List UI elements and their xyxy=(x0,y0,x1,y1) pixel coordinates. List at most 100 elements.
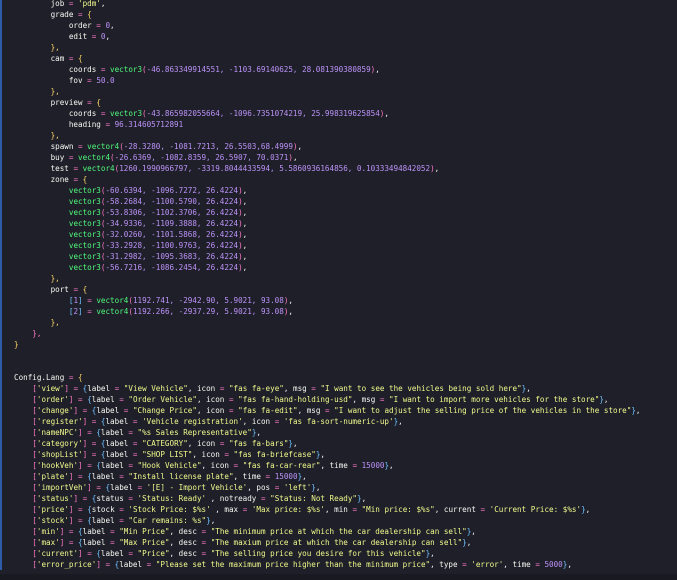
code-token: buy xyxy=(14,153,69,162)
code-token: , xyxy=(603,395,609,404)
code-line[interactable] xyxy=(0,361,677,372)
code-line[interactable]: Config.Lang = { xyxy=(0,372,677,383)
code-line[interactable]: } xyxy=(0,339,677,350)
code-line[interactable]: spawn = vector4(-28.3280, -1081.7213, 26… xyxy=(0,141,677,152)
code-line[interactable]: order = 0, xyxy=(0,20,677,31)
code-token: vector3 xyxy=(110,109,143,118)
code-token: label xyxy=(100,549,129,558)
code-line[interactable]: ['view'] = {label = "View Vehicle", icon… xyxy=(0,383,677,394)
code-line[interactable]: buy = vector4(-26.6369, -1082.8359, 26.5… xyxy=(0,152,677,163)
code-text: [1] = vector4(1192.741, -2942.90, 5.9021… xyxy=(14,295,293,306)
code-line[interactable]: ['min'] = {label = "Min Price", desc = "… xyxy=(0,526,677,537)
code-line[interactable]: coords = vector3(-43.865982055664, -1096… xyxy=(0,108,677,119)
code-token: -58.2684, -1100.5790, 26.4224 xyxy=(105,197,239,206)
code-token: = xyxy=(462,560,472,569)
code-line[interactable]: vector3(-60.6394, -1096.7272, 26.4224), xyxy=(0,185,677,196)
code-line[interactable]: ['price'] = {stock = 'Stock Price: $%s' … xyxy=(0,504,677,515)
code-token: coords xyxy=(14,109,101,118)
code-text: vector3(-60.6394, -1096.7272, 26.4224), xyxy=(14,185,247,196)
code-line[interactable]: ['error_price'] = {label = "Please set t… xyxy=(0,559,677,570)
code-text: port = { xyxy=(14,284,88,295)
code-line[interactable]: }, xyxy=(0,130,677,141)
code-line[interactable]: ['change'] = {label = "Change Price", ic… xyxy=(0,405,677,416)
code-line[interactable]: ['max'] = {label = "Max Price", desc = "… xyxy=(0,537,677,548)
code-line[interactable]: edit = 0, xyxy=(0,31,677,42)
code-token: = xyxy=(91,417,101,426)
code-token: , xyxy=(434,164,440,173)
code-token: , max xyxy=(210,505,243,514)
code-token: 1192.741, -2942.90, 5.9021, 93.08 xyxy=(132,296,284,305)
code-text: ['plate'] = {label = "Install license pl… xyxy=(14,471,306,482)
code-line[interactable]: grade = { xyxy=(0,9,677,20)
code-line[interactable]: test = vector4(1260.1990966797, -3319.80… xyxy=(0,163,677,174)
code-token: 'fas fa-sort-numeric-up' xyxy=(283,417,394,426)
code-line[interactable]: }, xyxy=(0,273,677,284)
code-token: , xyxy=(375,65,380,74)
code-line[interactable]: heading = 96.314605712891 xyxy=(0,119,677,130)
code-line[interactable]: }, xyxy=(0,317,677,328)
code-line[interactable]: ['shopList'] = {label = "SHOP LIST", ico… xyxy=(0,449,677,460)
code-token: 'importVeh' xyxy=(36,483,88,492)
code-line[interactable]: ['order'] = {label = "Order Vehicle", ic… xyxy=(0,394,677,405)
code-token: grade xyxy=(14,10,79,19)
code-line[interactable]: }, xyxy=(0,42,677,53)
code-line[interactable]: job = 'pdm', xyxy=(0,0,677,9)
code-token: , desc xyxy=(169,538,202,547)
code-line[interactable]: coords = vector3(-46.863349914551, -1103… xyxy=(0,64,677,75)
code-token: , xyxy=(256,428,261,437)
code-line[interactable]: ['status'] = {status = 'Status: Ready' ,… xyxy=(0,493,677,504)
code-line[interactable]: fov = 50.0 xyxy=(0,75,677,86)
code-token: , time xyxy=(503,560,536,569)
code-token: , icon xyxy=(201,461,234,470)
code-line[interactable]: ['nameNPC'] = {label = "%s Sales Represe… xyxy=(0,427,677,438)
code-text: vector3(-34.9336, -1109.3888, 26.4224), xyxy=(14,218,247,229)
code-token: 'Status: Ready' xyxy=(137,494,207,503)
code-text: ['nameNPC'] = {label = "%s Sales Represe… xyxy=(14,427,261,438)
code-line[interactable]: vector3(-33.2928, -1100.9763, 26.4224), xyxy=(0,240,677,251)
code-line[interactable]: }, xyxy=(0,86,677,97)
code-line[interactable]: cam = { xyxy=(0,53,677,64)
code-line[interactable]: vector3(-53.8306, -1102.3706, 26.4224), xyxy=(0,207,677,218)
code-line[interactable]: ['stock'] = {label = "Car remains: %s"}, xyxy=(0,515,677,526)
code-line[interactable]: zone = { xyxy=(0,174,677,185)
code-token: = xyxy=(78,516,88,525)
code-token: , current xyxy=(434,505,481,514)
code-line[interactable]: preview = { xyxy=(0,97,677,108)
code-line[interactable]: [2] = vector4(1192.266, -2937.29, 5.9021… xyxy=(0,306,677,317)
code-token: "Max Price" xyxy=(119,538,170,547)
code-token: 15000 xyxy=(361,461,385,470)
code-editor[interactable]: job = 'pdm', grade = { order = 0, edit =… xyxy=(0,0,677,574)
code-token: label xyxy=(100,428,129,437)
code-line[interactable]: }, xyxy=(0,328,677,339)
code-token: -33.2928, -1100.9763, 26.4224 xyxy=(105,241,239,250)
code-line[interactable]: vector3(-32.0260, -1101.5868, 26.4224), xyxy=(0,229,677,240)
code-line[interactable]: [1] = vector4(1192.741, -2942.90, 5.9021… xyxy=(0,295,677,306)
code-line[interactable]: ['category'] = {label = "CATEGORY", icon… xyxy=(0,438,677,449)
gutter-indicator xyxy=(0,526,2,537)
code-text: heading = 96.314605712891 xyxy=(14,119,183,130)
code-token: zone xyxy=(14,175,74,184)
gutter-indicator xyxy=(0,339,2,350)
code-line[interactable]: vector3(-34.9336, -1109.3888, 26.4224), xyxy=(0,218,677,229)
code-line[interactable]: ['plate'] = {label = "Install license pl… xyxy=(0,471,677,482)
code-text: Config.Lang = { xyxy=(14,372,83,383)
code-token: label xyxy=(105,417,133,426)
code-token: -43.865982055664, -1096.7351074219, 25.9… xyxy=(146,109,380,118)
code-line[interactable]: port = { xyxy=(0,284,677,295)
code-line[interactable] xyxy=(0,350,677,361)
code-token: = xyxy=(119,505,129,514)
code-line[interactable]: vector3(-58.2684, -1100.5790, 26.4224), xyxy=(0,196,677,207)
code-line[interactable]: vector3(-56.7216, -1086.2454, 26.4224), xyxy=(0,262,677,273)
code-line[interactable]: ['register'] = {label = 'Vehicle registr… xyxy=(0,416,677,427)
code-token: 'current' xyxy=(36,549,79,558)
code-line[interactable]: ['importVeh'] = {label = '[E] - Import V… xyxy=(0,482,677,493)
code-line[interactable]: ['hookVeh'] = {label = "Hook Vehicle", i… xyxy=(0,460,677,471)
code-line[interactable]: ['current'] = {label = "Price", desc = "… xyxy=(0,548,677,559)
code-token: = xyxy=(87,549,97,558)
code-line[interactable]: vector3(-31.2982, -1095.3683, 26.4224), xyxy=(0,251,677,262)
